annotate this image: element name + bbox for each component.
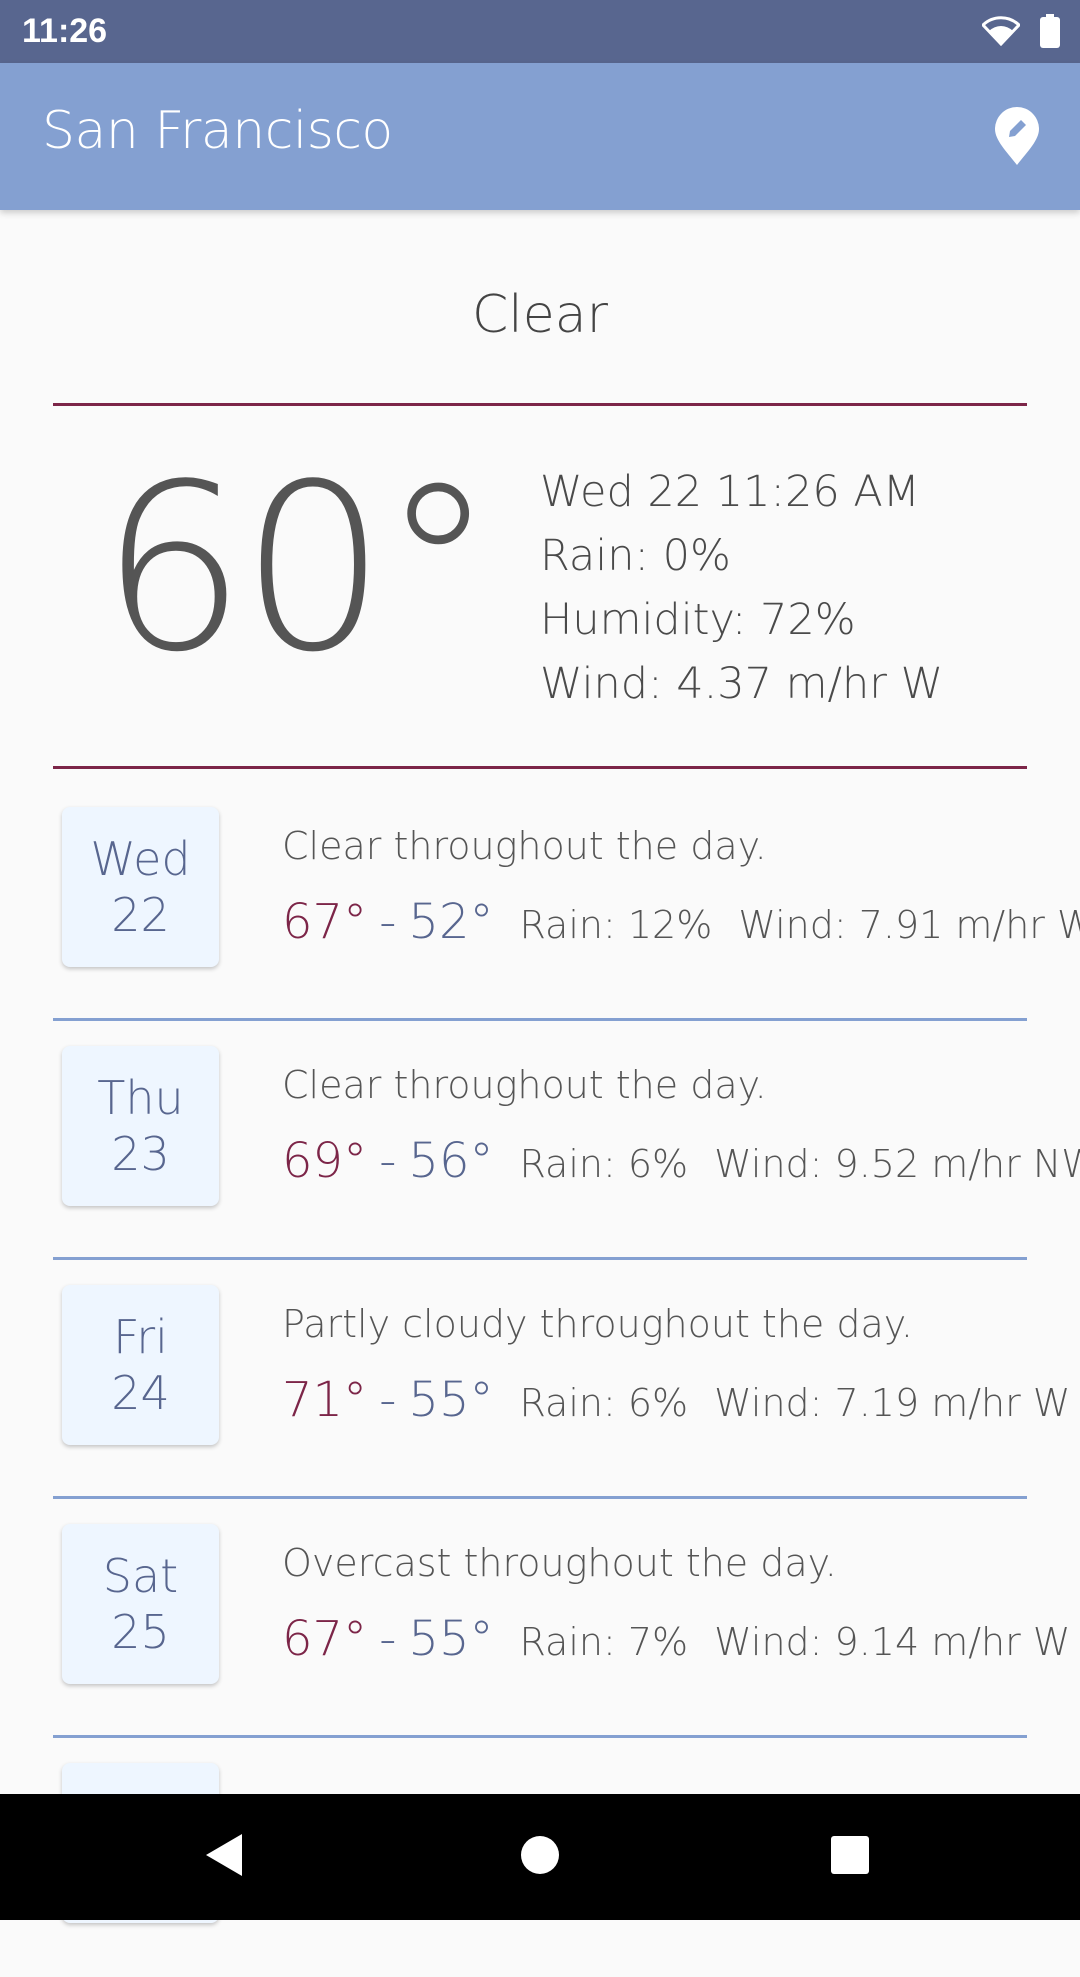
home-icon: [520, 1836, 560, 1882]
current-details: Wed 22 11:26 AM Rain: 0% Humidity: 72% W…: [540, 460, 943, 716]
forecast-stats: 71° - 55° Rain: 6% Wind: 7.19 m/hr W: [282, 1372, 1070, 1428]
status-time: 11:26: [22, 12, 108, 50]
forecast-rain: Rain: 12%: [519, 903, 713, 947]
location-edit-icon: [992, 107, 1042, 171]
forecast-row-fri[interactable]: Fri 24 Partly cloudy throughout the day.…: [0, 1260, 1080, 1499]
forecast-date: 23: [111, 1127, 170, 1181]
current-datetime: Wed 22 11:26 AM: [540, 467, 920, 517]
city-title: San Francisco: [42, 101, 393, 161]
forecast-high: 71°: [282, 1372, 368, 1428]
forecast-day: Wed: [90, 832, 191, 886]
forecast-low: 55°: [408, 1372, 494, 1428]
forecast-row-thu[interactable]: Thu 23 Clear throughout the day. 69° - 5…: [0, 1021, 1080, 1260]
forecast-low: 55°: [408, 1611, 494, 1667]
forecast-stats: 67° - 52° Rain: 12% Wind: 7.91 m/hr W: [282, 894, 1080, 950]
divider: [53, 403, 1027, 406]
forecast-summary: Clear throughout the day.: [282, 1063, 767, 1107]
wifi-icon: [980, 16, 1022, 50]
forecast-high: 69°: [282, 1133, 368, 1189]
navigation-bar: [0, 1794, 1080, 1920]
forecast-stats: 69° - 56° Rain: 6% Wind: 9.52 m/hr NW: [282, 1133, 1080, 1189]
current-condition: Clear: [472, 285, 608, 345]
forecast-wind: Wind: 7.91 m/hr W: [738, 903, 1080, 947]
date-card: Fri 24: [62, 1285, 219, 1445]
forecast-row-sat[interactable]: Sat 25 Overcast throughout the day. 67° …: [0, 1499, 1080, 1738]
date-card: Thu 23: [62, 1046, 219, 1206]
app-bar: San Francisco: [0, 63, 1080, 210]
back-button[interactable]: [204, 1832, 244, 1882]
divider: [53, 766, 1027, 769]
forecast-date: 25: [111, 1605, 170, 1659]
forecast-day: Thu: [97, 1071, 184, 1125]
forecast-rain: Rain: 6%: [519, 1142, 689, 1186]
forecast-summary: Overcast throughout the day.: [282, 1541, 837, 1585]
forecast-rain: Rain: 7%: [519, 1620, 689, 1664]
temp-separator: -: [379, 1372, 397, 1428]
forecast-day: Sat: [102, 1549, 179, 1603]
status-bar: 11:26: [0, 0, 1080, 63]
temp-separator: -: [379, 894, 397, 950]
change-location-button[interactable]: [992, 107, 1042, 167]
forecast-high: 67°: [282, 1611, 368, 1667]
date-card: Wed 22: [62, 807, 219, 967]
forecast-low: 52°: [408, 894, 494, 950]
forecast-wind: Wind: 7.19 m/hr W: [714, 1381, 1071, 1425]
current-wind: Wind: 4.37 m/hr W: [540, 659, 944, 709]
forecast-row-wed[interactable]: Wed 22 Clear throughout the day. 67° - 5…: [0, 782, 1080, 1021]
current-humidity: Humidity: 72%: [540, 595, 856, 645]
status-icons: [980, 14, 1060, 52]
forecast-high: 67°: [282, 894, 368, 950]
forecast-summary: Clear throughout the day.: [282, 824, 767, 868]
recents-button[interactable]: [830, 1832, 870, 1882]
forecast-day: Fri: [113, 1310, 168, 1364]
home-button[interactable]: [520, 1832, 560, 1882]
forecast-wind: Wind: 9.14 m/hr W: [714, 1620, 1071, 1664]
current-rain: Rain: 0%: [540, 531, 731, 581]
current-temperature: 60°: [100, 436, 496, 703]
battery-icon: [1040, 14, 1060, 52]
forecast-summary: Partly cloudy throughout the day.: [282, 1302, 913, 1346]
recents-icon: [830, 1836, 870, 1882]
temp-separator: -: [379, 1611, 397, 1667]
forecast-date: 22: [111, 888, 170, 942]
back-icon: [204, 1834, 244, 1882]
forecast-date: 24: [111, 1366, 170, 1420]
forecast-rain: Rain: 6%: [519, 1381, 689, 1425]
date-card: Sat 25: [62, 1524, 219, 1684]
forecast-low: 56°: [408, 1133, 494, 1189]
temp-separator: -: [379, 1133, 397, 1189]
forecast-stats: 67° - 55° Rain: 7% Wind: 9.14 m/hr W: [282, 1611, 1070, 1667]
forecast-wind: Wind: 9.52 m/hr NW: [714, 1142, 1080, 1186]
